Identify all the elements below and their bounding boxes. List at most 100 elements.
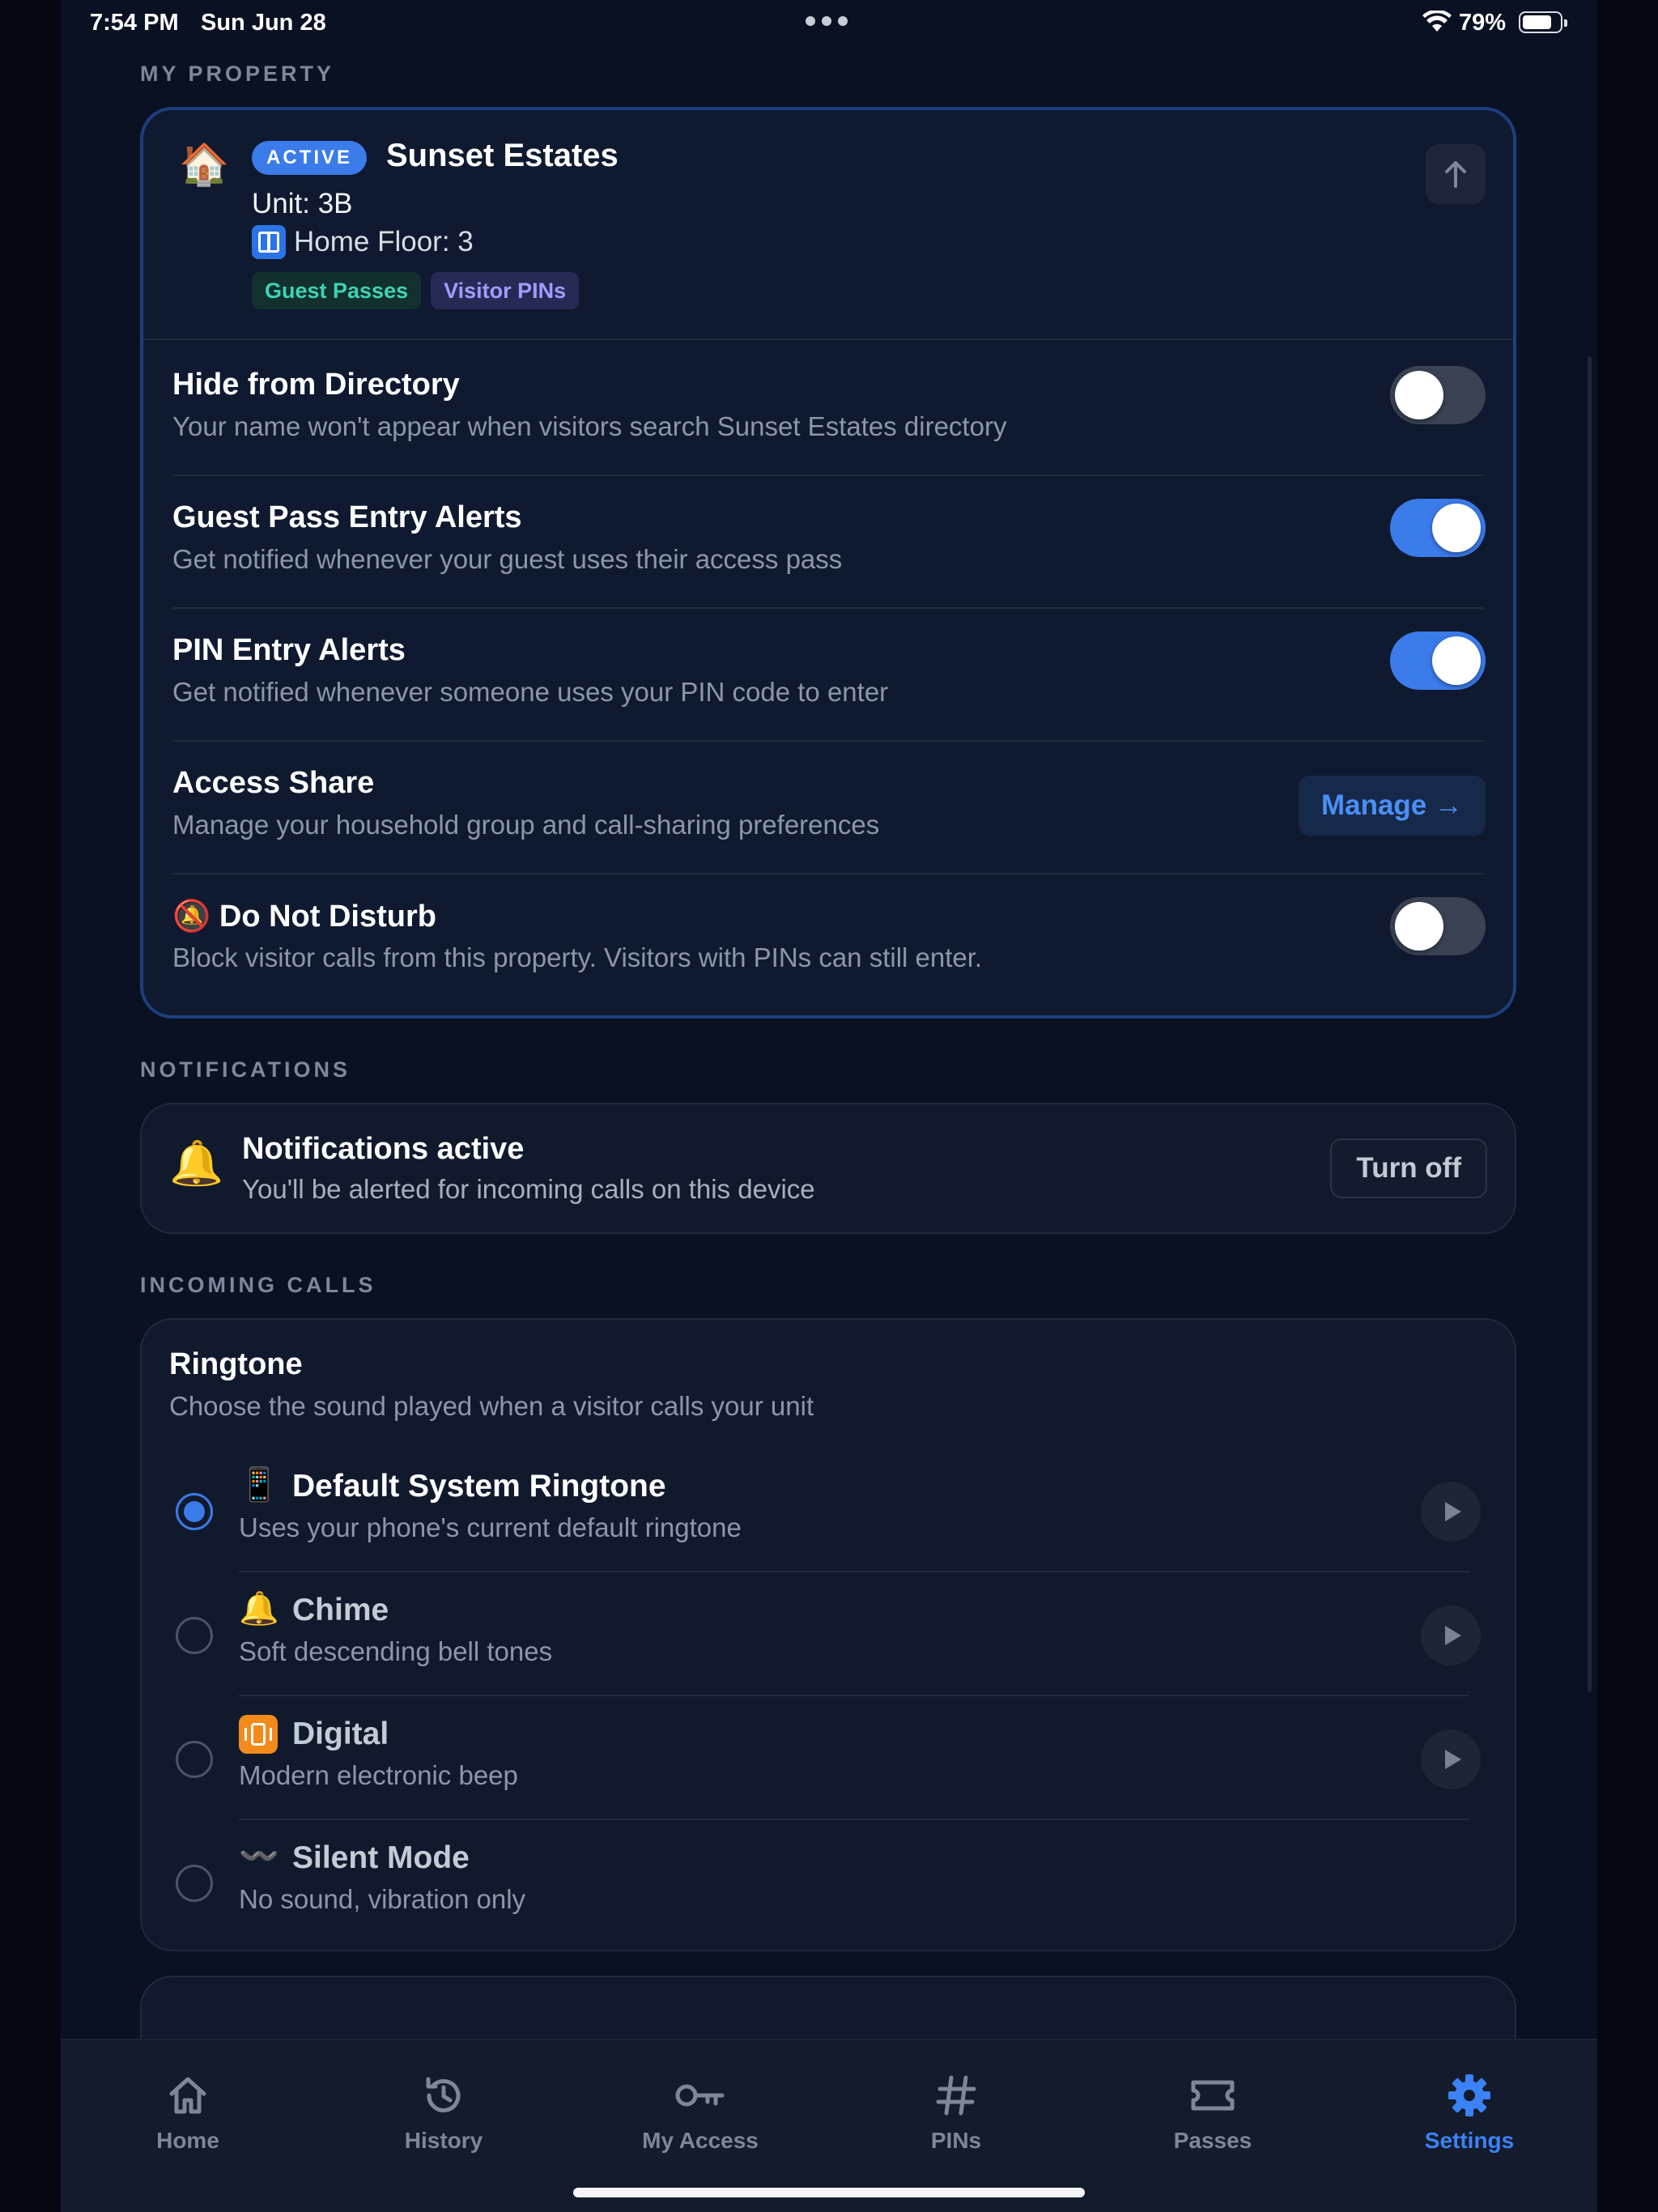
scrollbar[interactable] — [1588, 356, 1592, 1692]
property-tags: Guest Passes Visitor PINs — [252, 272, 580, 309]
notifications-card: 🔔 Notifications active You'll be alerted… — [140, 1103, 1516, 1234]
home-indicator[interactable] — [573, 2188, 1085, 2197]
tab-bar: Home History My Access PINs Passes Setti… — [61, 2039, 1597, 2212]
tag-guest-passes: Guest Passes — [252, 272, 422, 309]
wave-icon: 〰️ — [239, 1839, 279, 1874]
play-preview-button[interactable] — [1421, 1606, 1481, 1665]
property-floor-label: Home Floor: 3 — [294, 226, 474, 257]
tab-home[interactable]: Home — [107, 2073, 269, 2154]
notifications-subtitle: You'll be alerted for incoming calls on … — [242, 1174, 815, 1204]
property-card: 🏠 ACTIVE Sunset Estates Unit: 3B Home Fl… — [140, 107, 1516, 1019]
divider — [143, 338, 1513, 340]
phone-icon: 📱 — [239, 1467, 279, 1503]
tab-settings[interactable]: Settings — [1388, 2073, 1550, 2154]
share-button[interactable] — [1426, 144, 1486, 204]
setting-subtitle-guest-pass-alerts: Get notified whenever your guest uses th… — [172, 544, 843, 574]
ringtone-card: Ringtone Choose the sound played when a … — [140, 1318, 1516, 1951]
battery-icon — [1519, 11, 1567, 33]
property-unit: Unit: 3B — [252, 188, 353, 219]
setting-subtitle-access-share: Manage your household group and call-sha… — [172, 810, 880, 840]
play-preview-button[interactable] — [1421, 1729, 1481, 1789]
divider — [172, 873, 1484, 874]
status-badge: ACTIVE — [252, 141, 368, 175]
status-bar: 7:54 PM Sun Jun 28 79% — [0, 0, 1658, 45]
tag-visitor-pins: Visitor PINs — [431, 272, 580, 309]
property-name: Sunset Estates — [386, 138, 619, 173]
ticket-icon — [1191, 2080, 1235, 2111]
status-time: 7:54 PM — [90, 10, 179, 36]
ringtone-subtitle: Choose the sound played when a visitor c… — [169, 1391, 814, 1421]
elevator-icon — [252, 225, 286, 259]
gear-icon — [1448, 2074, 1490, 2116]
turn-off-button[interactable]: Turn off — [1330, 1138, 1487, 1198]
tab-my-access[interactable]: My Access — [619, 2073, 781, 2154]
bell-icon: 🔔 — [169, 1139, 224, 1188]
radio-silent[interactable] — [176, 1865, 213, 1902]
section-label-my-property: MY PROPERTY — [140, 62, 335, 86]
property-floor: Home Floor: 3 — [252, 225, 474, 259]
manage-button[interactable]: Manage → — [1298, 776, 1486, 836]
status-date: Sun Jun 28 — [201, 10, 326, 36]
tab-label: Home — [156, 2128, 219, 2153]
ringtone-title: Ringtone — [169, 1347, 303, 1381]
setting-subtitle-pin-alerts: Get notified whenever someone uses your … — [172, 677, 889, 707]
do-not-disturb-toggle[interactable] — [1390, 897, 1486, 955]
ringtone-option-subtitle: No sound, vibration only — [239, 1884, 526, 1914]
multitasking-dots-icon[interactable] — [806, 16, 848, 26]
arrow-up-icon — [1445, 161, 1466, 188]
ringtone-option-title: Default System Ringtone — [292, 1469, 666, 1504]
pin-alerts-toggle[interactable] — [1390, 632, 1486, 690]
guest-pass-alerts-toggle[interactable] — [1390, 499, 1486, 557]
setting-title-guest-pass-alerts: Guest Pass Entry Alerts — [172, 500, 522, 534]
ringtone-option-title: Chime — [292, 1593, 389, 1627]
bell-slash-icon: 🔕 — [172, 900, 211, 934]
section-label-incoming-calls: INCOMING CALLS — [140, 1273, 376, 1297]
history-icon — [426, 2077, 461, 2112]
setting-subtitle-hide-directory: Your name won't appear when visitors sea… — [172, 411, 1007, 441]
ringtone-option-silent[interactable]: 〰️ Silent Mode No sound, vibration only — [142, 1829, 1515, 1950]
notifications-title: Notifications active — [242, 1132, 525, 1166]
divider — [239, 1819, 1469, 1820]
ringtone-option-subtitle: Modern electronic beep — [239, 1760, 518, 1790]
manage-container: Manage → — [1189, 776, 1513, 836]
section-label-notifications: NOTIFICATIONS — [140, 1057, 351, 1082]
tab-label: History — [404, 2128, 483, 2153]
hide-directory-toggle[interactable] — [1390, 366, 1486, 424]
radio-default[interactable] — [176, 1493, 213, 1530]
ringtone-option-subtitle: Soft descending bell tones — [239, 1636, 553, 1666]
do-not-disturb-label: Do Not Disturb — [219, 900, 436, 934]
tab-history[interactable]: History — [363, 2073, 525, 2154]
house-icon: 🏠 — [179, 142, 230, 187]
tab-label: Passes — [1173, 2128, 1252, 2153]
setting-title-do-not-disturb: 🔕 Do Not Disturb — [172, 899, 436, 934]
tab-label: Settings — [1424, 2128, 1515, 2153]
divider — [239, 1571, 1469, 1572]
ringtone-option-subtitle: Uses your phone's current default ringto… — [239, 1512, 742, 1542]
radio-digital[interactable] — [176, 1741, 213, 1778]
setting-title-access-share: Access Share — [172, 766, 375, 800]
wifi-icon — [1422, 11, 1452, 32]
divider — [172, 474, 1484, 476]
play-preview-button[interactable] — [1421, 1482, 1481, 1542]
ringtone-option-default[interactable]: 📱 Default System Ringtone Uses your phon… — [142, 1457, 1515, 1579]
settings-screen: MY PROPERTY 🏠 ACTIVE Sunset Estates Unit… — [61, 0, 1597, 2212]
setting-title-hide-directory: Hide from Directory — [172, 368, 460, 402]
setting-title-pin-alerts: PIN Entry Alerts — [172, 633, 406, 667]
radio-chime[interactable] — [176, 1617, 213, 1654]
key-icon — [675, 2084, 725, 2107]
divider — [239, 1695, 1469, 1696]
digital-icon — [239, 1715, 278, 1754]
battery-percent: 79% — [1459, 10, 1507, 36]
home-icon — [169, 2077, 206, 2114]
tab-pins[interactable]: PINs — [875, 2073, 1037, 2154]
ringtone-option-chime[interactable]: 🔔 Chime Soft descending bell tones — [142, 1581, 1515, 1703]
ringtone-option-digital[interactable]: Digital Modern electronic beep — [142, 1705, 1515, 1827]
tab-passes[interactable]: Passes — [1132, 2073, 1294, 2154]
toggle-knob — [1432, 504, 1481, 552]
toggle-knob — [1395, 902, 1443, 951]
hash-icon — [936, 2075, 976, 2116]
ringtone-option-title: Digital — [292, 1716, 389, 1751]
toggle-knob — [1395, 371, 1443, 419]
bell-icon: 🔔 — [239, 1591, 279, 1627]
tab-label: My Access — [642, 2128, 759, 2153]
